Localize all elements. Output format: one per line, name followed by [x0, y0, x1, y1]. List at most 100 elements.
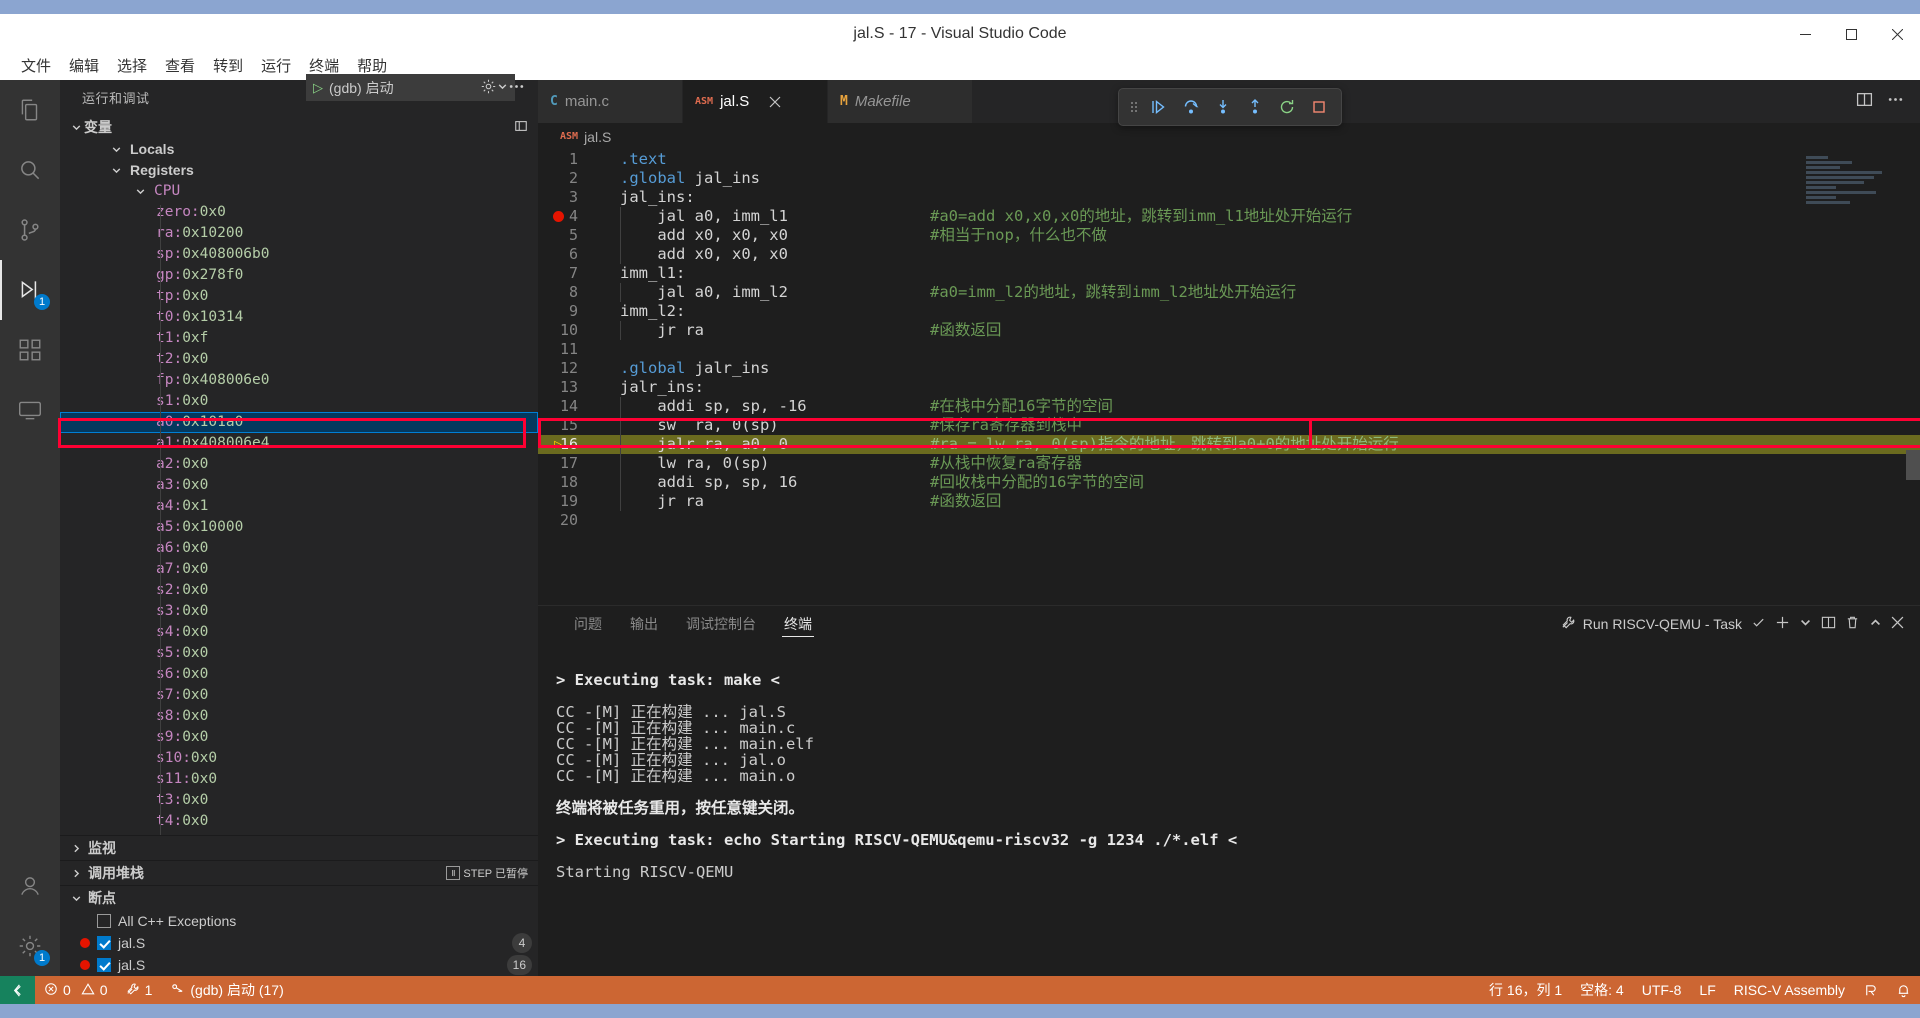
continue-button[interactable] — [1145, 93, 1173, 121]
breakpoint-row[interactable]: jal.S16 — [60, 954, 538, 976]
debug-session-status[interactable]: (gdb) 启动 (17) — [161, 976, 292, 1004]
debug-more-actions[interactable] — [508, 78, 525, 100]
sidebar-item-search[interactable] — [0, 140, 60, 200]
terminal-output[interactable]: > Executing task: make < CC -[M] 正在构建 ..… — [538, 642, 1920, 976]
sidebar-item-run-and-debug[interactable]: 1 — [0, 260, 60, 320]
maximize-icon[interactable] — [1828, 14, 1874, 54]
glyph-margin[interactable]: ▷ — [538, 435, 578, 454]
indentation[interactable]: 空格: 4 — [1571, 976, 1633, 1004]
tree-item-cpu[interactable]: CPU — [60, 181, 538, 202]
remote-indicator[interactable] — [0, 976, 35, 1004]
glyph-margin[interactable] — [538, 473, 578, 492]
code-line[interactable]: 20 — [538, 511, 1920, 530]
code-line[interactable]: 13jalr_ins: — [538, 378, 1920, 397]
tab-terminal[interactable]: 终端 — [770, 606, 826, 642]
chevron-down-icon[interactable] — [1799, 616, 1812, 632]
maximize-panel-icon[interactable] — [1869, 616, 1882, 632]
editor-more-icon[interactable] — [1887, 91, 1904, 113]
glyph-margin[interactable] — [538, 283, 578, 302]
play-icon[interactable]: ▷ — [313, 80, 323, 96]
glyph-margin[interactable] — [538, 340, 578, 359]
code-line[interactable]: 14 addi sp, sp, -16#在栈中分配16字节的空间 — [538, 397, 1920, 416]
bell-icon[interactable] — [1887, 976, 1920, 1004]
register-row[interactable]: s3: 0x0 — [60, 601, 538, 622]
register-row[interactable]: a5: 0x10000 — [60, 517, 538, 538]
ports-status[interactable]: 1 — [117, 976, 162, 1004]
glyph-margin[interactable] — [538, 492, 578, 511]
register-row[interactable]: t0: 0x10314 — [60, 307, 538, 328]
problems-status[interactable]: 0 0 — [35, 976, 117, 1004]
register-row[interactable]: s9: 0x0 — [60, 727, 538, 748]
register-row[interactable]: a1: 0x408006e4 — [60, 433, 538, 454]
stop-button[interactable] — [1305, 93, 1333, 121]
split-editor-icon[interactable] — [1856, 91, 1873, 113]
code-line[interactable]: 1.text — [538, 150, 1920, 169]
menu-view[interactable]: 查看 — [156, 55, 204, 79]
debug-settings-gear[interactable] — [480, 78, 497, 100]
tab-problems[interactable]: 问题 — [560, 606, 616, 642]
code-line[interactable]: 7imm_l1: — [538, 264, 1920, 283]
register-row[interactable]: s5: 0x0 — [60, 643, 538, 664]
language-mode[interactable]: RISC-V Assembly — [1725, 976, 1854, 1004]
breakpoint-dot-icon[interactable] — [553, 211, 564, 222]
tab-main-c[interactable]: C main.c — [538, 80, 683, 123]
register-row[interactable]: a7: 0x0 — [60, 559, 538, 580]
glyph-margin[interactable] — [538, 150, 578, 169]
sidebar-item-remote-explorer[interactable] — [0, 380, 60, 440]
code-line[interactable]: 18 addi sp, sp, 16#回收栈中分配的16字节的空间 — [538, 473, 1920, 492]
minimap[interactable] — [1806, 156, 1906, 226]
sidebar-item-explorer[interactable] — [0, 80, 60, 140]
variables-tree[interactable]: Locals Registers CPU zero: 0x0ra: 0x1020… — [60, 139, 538, 835]
sidebar-item-source-control[interactable] — [0, 200, 60, 260]
variables-section-header[interactable]: 变量 — [60, 115, 538, 139]
glyph-margin[interactable] — [538, 397, 578, 416]
glyph-margin[interactable] — [538, 169, 578, 188]
breakpoint-checkbox[interactable] — [97, 914, 111, 928]
glyph-margin[interactable] — [538, 302, 578, 321]
tree-item-locals[interactable]: Locals — [60, 139, 538, 160]
register-row[interactable]: s4: 0x0 — [60, 622, 538, 643]
register-row[interactable]: fp: 0x408006e0 — [60, 370, 538, 391]
register-row[interactable]: t2: 0x0 — [60, 349, 538, 370]
glyph-margin[interactable] — [538, 359, 578, 378]
code-line[interactable]: 8 jal a0, imm_l2#a0=imm_l2的地址，跳转到imm_l2地… — [538, 283, 1920, 302]
feedback-icon[interactable] — [1854, 976, 1887, 1004]
code-line[interactable]: 2.global jal_ins — [538, 169, 1920, 188]
code-line[interactable]: 4 jal a0, imm_l1#a0=add x0,x0,x0的地址，跳转到i… — [538, 207, 1920, 226]
register-row[interactable]: s10: 0x0 — [60, 748, 538, 769]
register-row[interactable]: gp: 0x278f0 — [60, 265, 538, 286]
glyph-margin[interactable] — [538, 378, 578, 397]
code-line[interactable]: 17 lw ra, 0(sp)#从栈中恢复ra寄存器 — [538, 454, 1920, 473]
register-row-selected[interactable]: a0: 0x101a0 — [60, 412, 538, 433]
code-line-current[interactable]: ▷16 jalr ra, a0, 0#ra = lw ra, 0(sp)指令的地… — [538, 435, 1920, 454]
glyph-margin[interactable] — [538, 321, 578, 340]
register-row[interactable]: zero: 0x0 — [60, 202, 538, 223]
step-out-button[interactable] — [1241, 93, 1269, 121]
code-line[interactable]: 3jal_ins: — [538, 188, 1920, 207]
code-line[interactable]: 15 sw ra, 0(sp)#保存ra寄存器到栈中 — [538, 416, 1920, 435]
register-row[interactable]: ra: 0x10200 — [60, 223, 538, 244]
menu-go[interactable]: 转到 — [204, 55, 252, 79]
menu-selection[interactable]: 选择 — [108, 55, 156, 79]
tab-jal-s[interactable]: ASM jal.S — [683, 80, 828, 123]
register-row[interactable]: s2: 0x0 — [60, 580, 538, 601]
register-row[interactable]: t3: 0x0 — [60, 790, 538, 811]
tab-makefile[interactable]: M Makefile — [828, 80, 973, 123]
glyph-margin[interactable] — [538, 416, 578, 435]
check-icon[interactable] — [1751, 615, 1766, 633]
register-row[interactable]: s6: 0x0 — [60, 664, 538, 685]
register-row[interactable]: s11: 0x0 — [60, 769, 538, 790]
sidebar-item-extensions[interactable] — [0, 320, 60, 380]
breakpoint-checkbox[interactable] — [97, 958, 111, 972]
editor-scrollbar[interactable] — [1906, 450, 1920, 480]
glyph-margin[interactable] — [538, 511, 578, 530]
register-row[interactable]: s7: 0x0 — [60, 685, 538, 706]
code-line[interactable]: 19 jr ra#函数返回 — [538, 492, 1920, 511]
step-into-button[interactable] — [1209, 93, 1237, 121]
breakpoints-section-header[interactable]: 断点 — [60, 885, 538, 910]
code-line[interactable]: 12.global jalr_ins — [538, 359, 1920, 378]
register-row[interactable]: sp: 0x408006b0 — [60, 244, 538, 265]
code-line[interactable]: 11 — [538, 340, 1920, 359]
minimize-icon[interactable] — [1782, 14, 1828, 54]
tree-item-registers[interactable]: Registers — [60, 160, 538, 181]
